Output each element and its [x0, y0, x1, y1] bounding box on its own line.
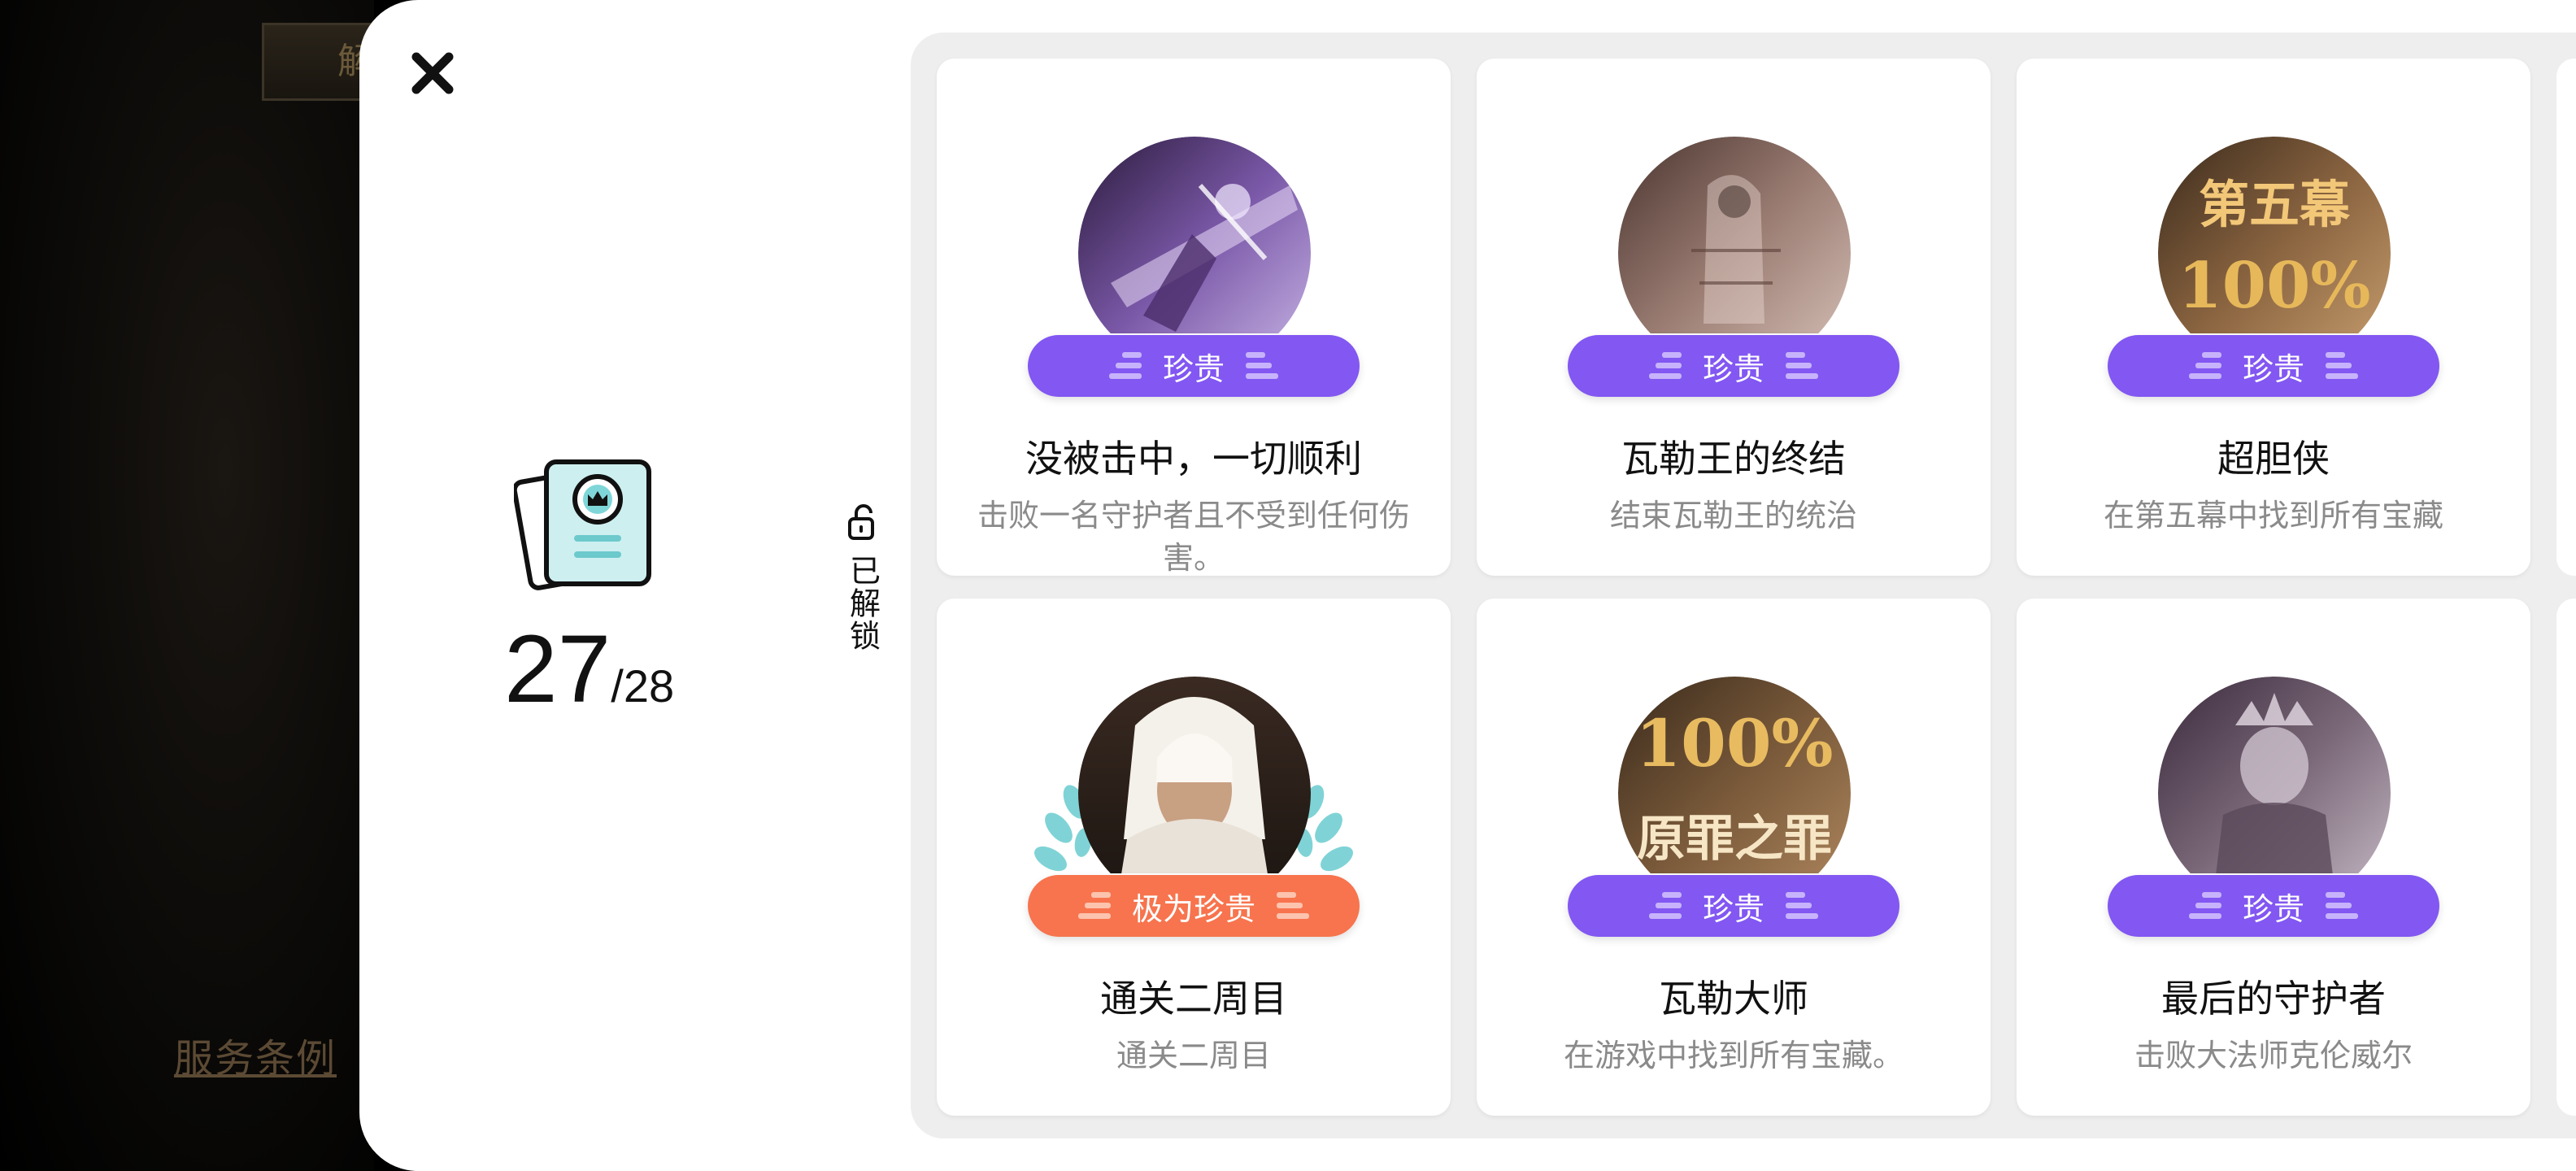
rarity-stripes-icon	[1786, 892, 1818, 919]
achievement-title: 瓦勒大师	[1659, 977, 1808, 1021]
rarity-stripes-icon	[2188, 892, 2221, 919]
rarity-stripes-icon	[1077, 892, 1111, 919]
rarity-badge: 珍贵	[1568, 335, 1899, 397]
unlocked-number: 27	[504, 616, 611, 723]
achievement-medal	[2158, 677, 2391, 873]
background-game-scene	[0, 0, 374, 1171]
medal-text: 100%	[1635, 705, 1833, 781]
achievement-medal	[1618, 137, 1851, 333]
rarity-badge: 珍贵	[1568, 875, 1899, 937]
rarity-label: 珍贵	[1162, 350, 1225, 387]
achievement-description: 击败一名守护者且不受到任何伤害。	[977, 498, 1410, 576]
achievement-title: 最后的守护者	[2161, 977, 2386, 1021]
medal-text: 原罪之罪	[1637, 811, 1832, 868]
rarity-stripes-icon	[2188, 352, 2221, 379]
rarity-badge: 珍贵	[1028, 335, 1360, 397]
unlocked-tab-label: 已解锁	[844, 555, 881, 652]
achievement-card[interactable]: 第五幕 100% 珍贵 超胆侠 在第五幕中找到所有宝藏	[2017, 59, 2530, 576]
medal-text: 100%	[2178, 249, 2371, 323]
rarity-stripes-icon	[1246, 352, 1278, 379]
achievement-description: 结束瓦勒王的统治	[1609, 498, 1857, 533]
achievement-card[interactable]: 珍贵 瓦勒王的终结 结束瓦勒王的统治	[1477, 59, 1991, 576]
medal-text: 第五幕	[2199, 175, 2351, 234]
rarity-stripes-icon	[2326, 892, 2358, 919]
achievement-card-partial[interactable]	[2556, 59, 2576, 576]
achievement-card[interactable]: 珍贵 没被击中，一切顺利 击败一名守护者且不受到任何伤害。	[937, 59, 1451, 576]
achievement-description: 击败大法师克伦威尔	[2134, 1038, 2413, 1073]
rarity-badge: 珍贵	[2108, 335, 2439, 397]
terms-of-service-link[interactable]: 服务条例	[174, 1026, 337, 1083]
achievement-medal: 第五幕 100%	[2158, 137, 2391, 333]
rarity-stripes-icon	[1786, 352, 1818, 379]
unlocked-tab[interactable]: 已解锁	[842, 504, 883, 652]
achievement-title: 超胆侠	[2217, 437, 2330, 481]
rarity-stripes-icon	[1648, 352, 1682, 379]
achievement-description: 通关二周目	[1116, 1038, 1271, 1073]
achievement-description: 在游戏中找到所有宝藏。	[1563, 1038, 1904, 1073]
total-number: /28	[611, 660, 675, 712]
achievement-title: 瓦勒王的终结	[1621, 437, 1846, 481]
achievement-medal	[1078, 137, 1311, 333]
achievement-card[interactable]: 极为珍贵 通关二周目 通关二周目	[937, 599, 1451, 1116]
unlocked-count: 27/28	[504, 614, 674, 725]
rarity-label: 珍贵	[2242, 350, 2304, 387]
close-button[interactable]	[407, 47, 459, 99]
achievement-title: 通关二周目	[1100, 977, 1287, 1021]
achievement-card[interactable]: 珍贵 最后的守护者 击败大法师克伦威尔	[2017, 599, 2530, 1116]
achievement-medal: 100% 原罪之罪	[1618, 677, 1851, 873]
rarity-label: 极为珍贵	[1131, 890, 1255, 927]
achievement-card[interactable]: 100% 原罪之罪 珍贵 瓦勒大师 在游戏中找到所有宝藏。	[1477, 599, 1991, 1116]
rarity-stripes-icon	[1277, 892, 1309, 919]
unlock-icon	[848, 504, 874, 540]
rarity-label: 珍贵	[2242, 890, 2304, 927]
rarity-badge: 珍贵	[2108, 875, 2439, 937]
rarity-stripes-icon	[1648, 892, 1682, 919]
rarity-stripes-icon	[2326, 352, 2358, 379]
rarity-label: 珍贵	[1702, 350, 1764, 387]
achievement-card-partial[interactable]	[2556, 599, 2576, 1116]
achievement-title: 没被击中，一切顺利	[1025, 437, 1362, 481]
achievement-medal	[1078, 677, 1311, 873]
rarity-badge: 极为珍贵	[1028, 875, 1360, 937]
rarity-stripes-icon	[1108, 352, 1142, 379]
achievement-description: 在第五幕中找到所有宝藏	[2103, 498, 2443, 533]
achievement-cards-icon	[511, 454, 660, 592]
close-icon	[411, 52, 454, 94]
rarity-label: 珍贵	[1702, 890, 1764, 927]
